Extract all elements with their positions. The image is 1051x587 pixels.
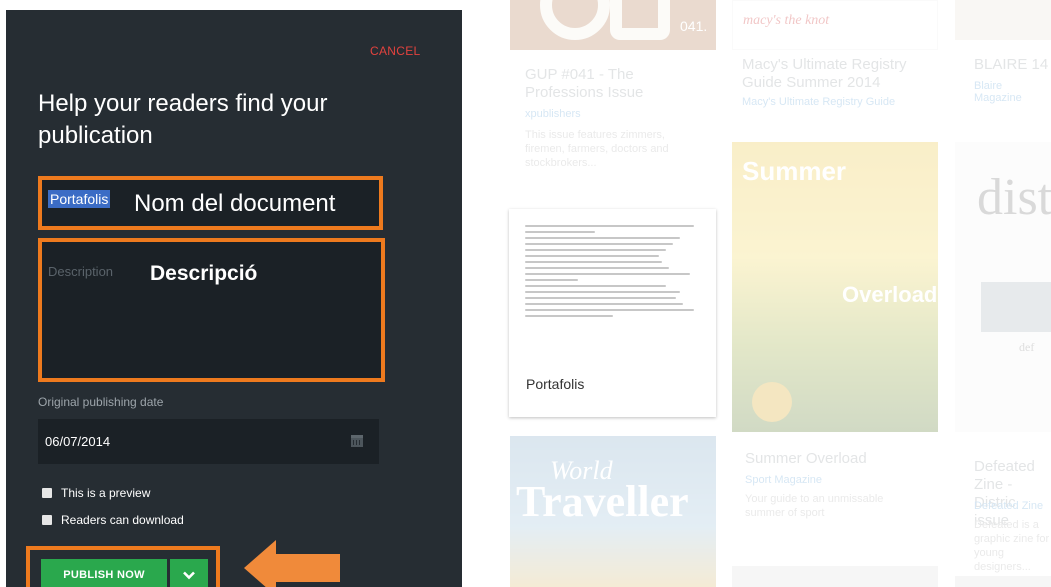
document-card[interactable]: Portafolis <box>509 209 716 417</box>
card-publisher: Blaire Magazine <box>974 80 1022 104</box>
cover-def-text: def <box>1019 340 1035 354</box>
calendar-icon[interactable] <box>351 435 363 447</box>
description-annotation: Descripció <box>150 262 258 285</box>
cover-bottom-placeholder-2 <box>955 576 1051 587</box>
cover-macys[interactable]: macy's the knot <box>732 0 938 50</box>
top-edge <box>0 0 462 10</box>
chevron-down-icon <box>183 571 195 579</box>
card-publisher: Sport Magazine <box>745 474 823 486</box>
publishing-date-value: 06/07/2014 <box>45 434 111 449</box>
card-description: Defeated is a graphic zine for young des… <box>974 519 1050 573</box>
cover-dist-text: dist <box>977 169 1051 226</box>
card-title: BLAIRE 14 <box>974 56 1049 73</box>
cancel-button[interactable]: CANCEL <box>370 44 420 58</box>
card-title: Summer Overload <box>745 450 867 467</box>
cover-macys-text: macy's the knot <box>743 13 830 28</box>
cover-traveller-text: Traveller <box>516 477 689 526</box>
download-checkbox-row[interactable]: Readers can download <box>42 513 184 527</box>
cover-summer-text: Summer <box>742 156 847 186</box>
publish-options-button[interactable] <box>170 559 208 587</box>
card-title: GUP #041 - The Professions Issue <box>525 66 644 101</box>
download-checkbox-label: Readers can download <box>61 513 184 527</box>
cover-blaire[interactable] <box>955 0 1051 40</box>
cover-gup-text: 041. <box>680 18 708 34</box>
document-name-annotation: Nom del document <box>134 190 336 217</box>
dialog-title: Help your readers find your publication <box>38 90 328 149</box>
cover-summer-overload[interactable]: Summer Overload <box>732 142 938 432</box>
description-field-highlight: Description Descripció <box>38 238 385 382</box>
card-title: Macy's Ultimate Registry Guide Summer 20… <box>742 56 907 91</box>
document-name-field-highlight: Portafolis Nom del document <box>38 176 383 230</box>
cover-gup[interactable]: 041. <box>510 0 716 50</box>
card-description: Your guide to an unmissable summer of sp… <box>745 493 884 519</box>
publish-highlight: PUBLISH NOW <box>26 546 220 587</box>
preview-checkbox[interactable] <box>42 488 52 498</box>
card-description: This issue features zimmers, firemen, fa… <box>525 129 669 169</box>
cover-overload-text: Overload <box>842 282 938 307</box>
download-checkbox[interactable] <box>42 515 52 525</box>
arrow-left-annotation-icon <box>244 540 340 587</box>
card-publisher: xpublishers <box>525 108 581 120</box>
preview-checkbox-label: This is a preview <box>61 486 151 500</box>
description-input[interactable]: Description <box>48 264 113 279</box>
card-publisher: Defeated Zine <box>974 500 1044 512</box>
publishing-date-label: Original publishing date <box>38 395 164 409</box>
publishing-date-input[interactable]: 06/07/2014 <box>38 419 379 464</box>
publish-dialog: CANCEL Help your readers find your publi… <box>0 0 462 587</box>
cover-world-traveller[interactable]: World Traveller <box>510 436 716 587</box>
cover-defeated[interactable]: dist def <box>955 142 1051 432</box>
publish-now-button[interactable]: PUBLISH NOW <box>41 559 167 587</box>
document-name-input[interactable]: Portafolis <box>48 190 111 208</box>
document-thumbnail <box>525 225 701 345</box>
preview-checkbox-row[interactable]: This is a preview <box>42 486 150 500</box>
left-edge <box>0 0 6 587</box>
cover-bottom-placeholder <box>732 566 938 587</box>
document-name: Portafolis <box>526 376 585 392</box>
card-publisher: Macy's Ultimate Registry Guide <box>742 96 896 108</box>
